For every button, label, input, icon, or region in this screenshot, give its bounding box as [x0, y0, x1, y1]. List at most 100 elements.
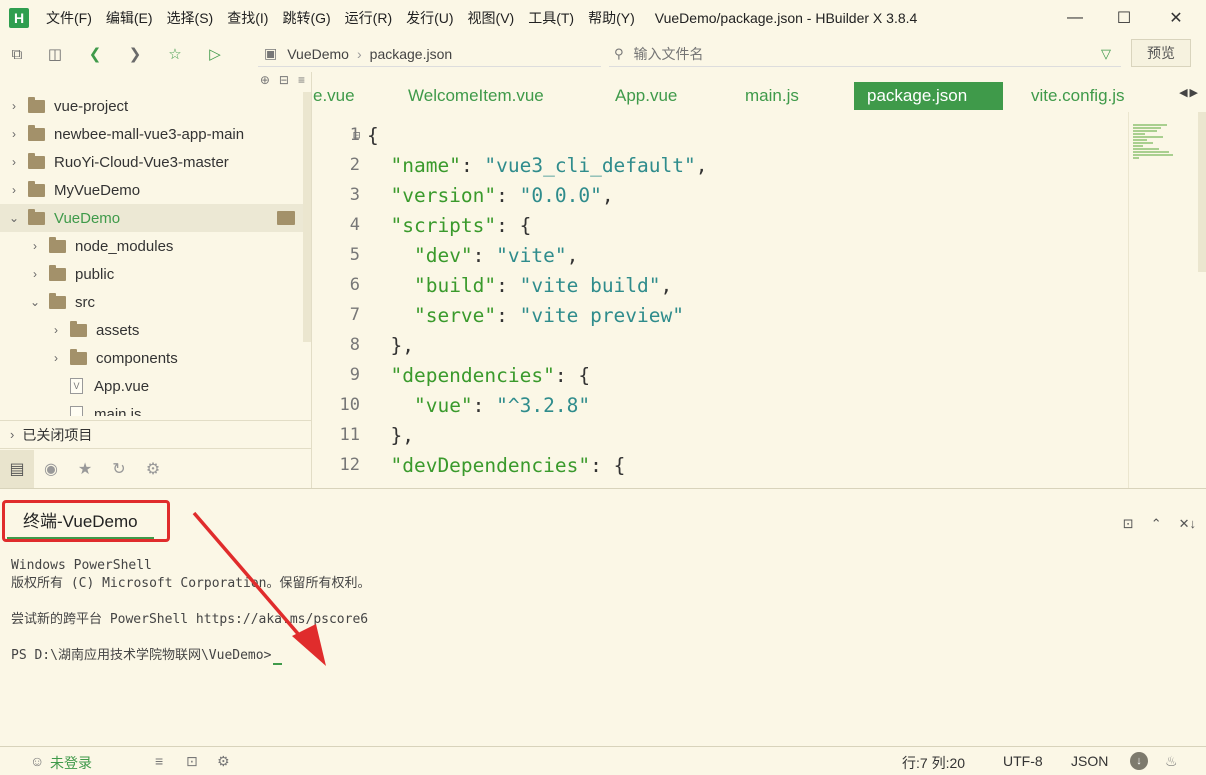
menu-goto[interactable]: 跳转(G) — [282, 8, 330, 28]
code-line[interactable]: 2 "name": "vue3_cli_default", — [313, 150, 1128, 180]
menu-publish[interactable]: 发行(U) — [406, 8, 453, 28]
line-number: 4 — [349, 215, 360, 235]
list-icon[interactable]: ≡ — [155, 753, 163, 769]
tree-item[interactable]: › node_modules — [0, 232, 303, 260]
code-line[interactable]: 9 "dependencies": { — [313, 360, 1128, 390]
locate-icon[interactable]: ⊕ — [260, 73, 270, 87]
open-folder-icon[interactable] — [277, 211, 295, 225]
chevron-right-icon[interactable]: › — [9, 99, 19, 113]
chevron-up-icon[interactable]: ⌃ — [1151, 516, 1162, 532]
chevron-right-icon[interactable]: › — [51, 351, 61, 365]
tree-item[interactable]: › newbee-mall-vue3-app-main — [0, 120, 303, 148]
tree-item[interactable]: › public — [0, 260, 303, 288]
binoculars-icon[interactable]: ◉ — [34, 450, 68, 488]
toolbar: ⧉ ◫ ❮ ❯ ☆ ▷ ▣ VueDemo › package.json ⚲ ▽… — [0, 36, 1206, 72]
code-line[interactable]: 11 }, — [313, 420, 1128, 450]
menu-help[interactable]: 帮助(Y) — [588, 8, 635, 28]
sidebar-scrollbar[interactable] — [303, 92, 311, 342]
maximize-icon[interactable]: ☐ — [1101, 0, 1147, 36]
tree-item[interactable]: › RuoYi-Cloud-Vue3-master — [0, 148, 303, 176]
code-line[interactable]: 12 "devDependencies": { — [313, 450, 1128, 480]
code-line[interactable]: 8 }, — [313, 330, 1128, 360]
editor-tab-active[interactable]: package.json — [854, 81, 1003, 110]
code-line[interactable]: 1 ⊟{ — [313, 120, 1128, 150]
editor-tab[interactable]: App.vue — [615, 82, 745, 110]
plugin-icon[interactable]: ⚙ — [136, 450, 170, 488]
menu-find[interactable]: 查找(I) — [227, 8, 268, 28]
filter-icon[interactable]: ▽ — [1101, 46, 1111, 62]
menu-edit[interactable]: 编辑(E) — [106, 8, 153, 28]
star-icon[interactable]: ☆ — [162, 41, 188, 67]
chevron-right-icon[interactable]: › — [9, 183, 19, 197]
terminal-output[interactable]: Windows PowerShell 版权所有 (C) Microsoft Cor… — [11, 557, 371, 665]
plugin-icon[interactable]: ⚙ — [217, 753, 230, 770]
project-manager-icon[interactable]: ▤ — [0, 449, 34, 488]
chevron-right-icon[interactable]: › — [51, 323, 61, 337]
language-mode[interactable]: JSON — [1071, 753, 1108, 769]
tree-item[interactable]: V App.vue — [0, 372, 303, 400]
code-editor[interactable]: 1 ⊟{2 "name": "vue3_cli_default", 3 "versi… — [313, 120, 1128, 488]
code-line[interactable]: 4 "scripts": { — [313, 210, 1128, 240]
editor-tab[interactable]: vite.config.js — [1003, 82, 1125, 110]
save-icon[interactable]: ◫ — [42, 41, 68, 67]
sidebar-menu-icon[interactable]: ≡ — [298, 73, 305, 87]
collapse-all-icon[interactable]: ⊟ — [279, 73, 289, 87]
code-line[interactable]: 7 "serve": "vite preview" — [313, 300, 1128, 330]
editor-tab[interactable]: WelcomeItem.vue — [408, 82, 615, 110]
tree-item[interactable]: › components — [0, 344, 303, 372]
minimap[interactable] — [1128, 112, 1198, 488]
closed-projects-section[interactable]: › 已关闭项目 — [0, 420, 311, 448]
menu-file[interactable]: 文件(F) — [46, 8, 92, 28]
fold-icon[interactable]: ⊟ — [353, 128, 360, 142]
download-icon[interactable]: ↓ — [1130, 752, 1148, 770]
chevron-right-icon[interactable]: › — [9, 127, 19, 141]
debug-bug-icon[interactable]: ★ — [68, 450, 102, 488]
minimize-icon[interactable]: — — [1052, 0, 1098, 36]
new-file-icon[interactable]: ⧉ — [4, 41, 30, 67]
chevron-right-icon[interactable]: › — [30, 267, 40, 281]
bell-icon[interactable]: ♨ — [1165, 753, 1178, 770]
menu-view[interactable]: 视图(V) — [468, 8, 515, 28]
closed-projects-label: 已关闭项目 — [22, 426, 93, 443]
close-icon[interactable]: ✕ — [1153, 0, 1199, 36]
chevron-down-icon[interactable]: ⌄ — [30, 295, 40, 309]
login-status[interactable]: 未登录 — [50, 753, 92, 773]
menu-select[interactable]: 选择(S) — [167, 8, 214, 28]
breadcrumb-item-file[interactable]: package.json — [370, 46, 453, 62]
editor-tab[interactable]: e.vue — [313, 82, 408, 110]
code-text: "vue": "^3.2.8" — [413, 393, 591, 417]
chevron-right-icon[interactable]: › — [30, 239, 40, 253]
tree-item[interactable]: › assets — [0, 316, 303, 344]
chevron-right-icon[interactable]: › — [10, 427, 14, 442]
tree-item[interactable]: › vue-project — [0, 92, 303, 120]
menu-tools[interactable]: 工具(T) — [528, 8, 574, 28]
tree-item-label: src — [75, 293, 95, 311]
file-search-input[interactable] — [633, 45, 1074, 62]
tab-scroll-arrows-icon[interactable]: ◀▶ — [1179, 86, 1200, 99]
menu-run[interactable]: 运行(R) — [345, 8, 392, 28]
console-icon[interactable]: ⊡ — [186, 753, 198, 770]
tree-item[interactable]: › MyVueDemo — [0, 176, 303, 204]
line-number: 11 — [339, 425, 360, 445]
run-icon[interactable]: ▷ — [202, 41, 228, 67]
file-encoding[interactable]: UTF-8 — [1003, 753, 1043, 769]
close-panel-icon[interactable]: ✕↓ — [1179, 516, 1196, 532]
git-icon[interactable]: ↻ — [102, 450, 136, 488]
chevron-down-icon[interactable]: ⌄ — [9, 211, 19, 225]
forward-icon[interactable]: ❯ — [122, 41, 148, 67]
chevron-right-icon[interactable]: › — [9, 155, 19, 169]
preview-button[interactable]: 预览 — [1131, 39, 1191, 67]
new-terminal-icon[interactable]: ⊡ — [1123, 516, 1134, 532]
code-line[interactable]: 5 "dev": "vite", — [313, 240, 1128, 270]
tree-item[interactable]: main.js — [0, 400, 303, 416]
breadcrumb-item-project[interactable]: VueDemo — [287, 46, 349, 62]
code-line[interactable]: 6 "build": "vite build", — [313, 270, 1128, 300]
code-line[interactable]: 3 "version": "0.0.0", — [313, 180, 1128, 210]
code-line[interactable]: 10 "vue": "^3.2.8" — [313, 390, 1128, 420]
editor-scrollbar[interactable] — [1198, 112, 1206, 272]
tree-item[interactable]: ⌄ src — [0, 288, 303, 316]
back-icon[interactable]: ❮ — [82, 41, 108, 67]
editor-tab[interactable]: main.js — [745, 82, 854, 110]
tree-item-selected[interactable]: ⌄ VueDemo — [0, 204, 303, 232]
cursor-position[interactable]: 行:7 列:20 — [902, 753, 965, 773]
